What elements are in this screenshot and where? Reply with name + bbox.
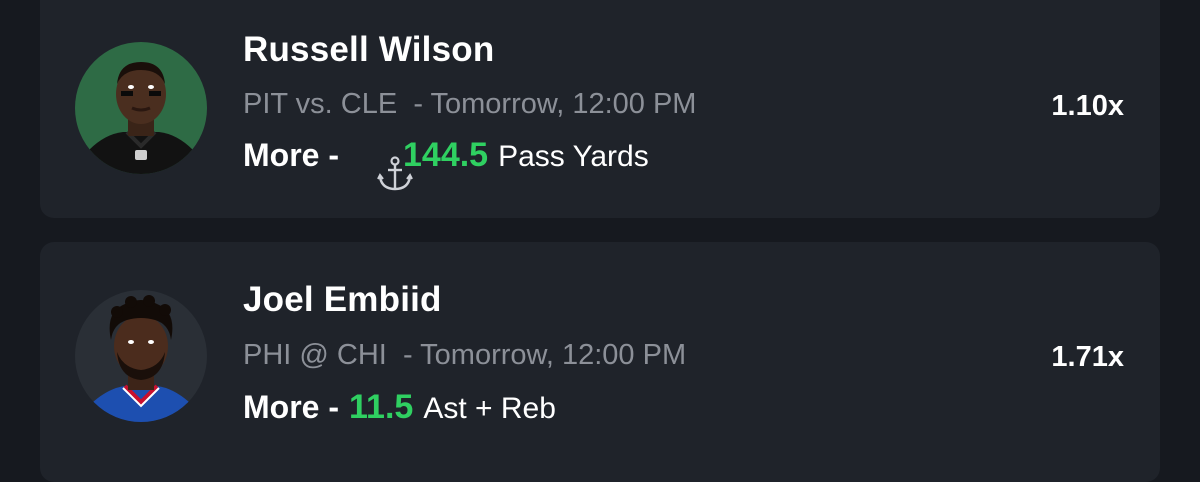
pick-direction: More [243,137,320,173]
matchup-info: PIT vs. CLE - Tomorrow, 12:00 PM [243,88,696,121]
matchup-teams: PIT vs. CLE [243,88,398,120]
player-avatar [75,290,207,422]
player-name: Russell Wilson [243,30,495,69]
pick-direction: More [243,389,320,425]
pick-separator: - [328,389,339,425]
player-name: Joel Embiid [243,280,442,319]
pick-line-value: 11.5 [349,388,414,426]
payout-multiplier: 1.71x [1051,341,1124,373]
pick-line-value: 144.5 [403,136,489,174]
pick-line: More - 144.5 Pass Yards [243,136,649,190]
pick-stat: Ast + Reb [423,392,556,425]
pick-stat: Pass Yards [498,140,649,173]
player-avatar [75,42,207,174]
pick-line: More - 11.5 Ast + Reb [243,388,556,427]
matchup-teams: PHI @ CHI [243,339,387,371]
game-time: - Tomorrow, 12:00 PM [402,339,687,371]
matchup-info: PHI @ CHI - Tomorrow, 12:00 PM [243,339,686,372]
pick-card[interactable]: Joel Embiid PHI @ CHI - Tomorrow, 12:00 … [40,242,1160,482]
pick-card[interactable]: Russell Wilson PIT vs. CLE - Tomorrow, 1… [40,0,1160,218]
game-time: - Tomorrow, 12:00 PM [413,88,697,120]
pick-separator: - [328,137,339,173]
anchor-icon [349,137,413,190]
payout-multiplier: 1.10x [1051,90,1124,122]
